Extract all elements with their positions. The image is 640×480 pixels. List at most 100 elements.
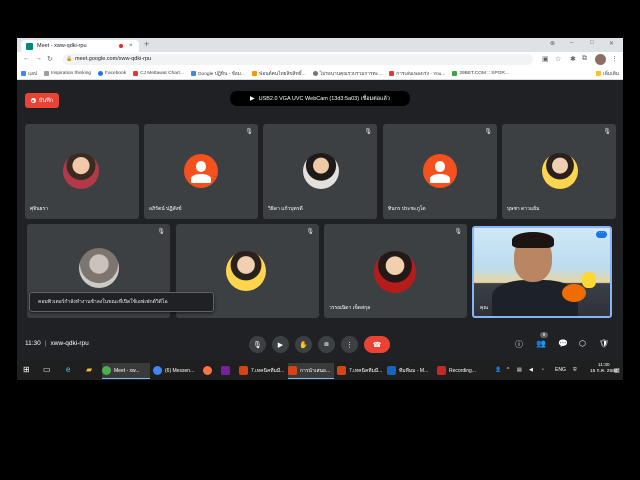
more-options-button[interactable]: ⋮ <box>341 336 358 353</box>
browser-tab[interactable]: Meet - xww-qdki-rpu × <box>21 40 139 52</box>
participant-name: อภิรัตน์ ปฏิสังข์ <box>149 206 182 212</box>
participant-count-badge: 9 <box>540 332 548 338</box>
video-camera-icon: ▶ <box>277 341 284 349</box>
meeting-details: 11:30 | xww-qdki-rpu <box>25 340 89 347</box>
bookmark-facebook[interactable]: Facebook <box>98 71 126 76</box>
taskbar-item-recording[interactable]: Recording... <box>437 363 483 378</box>
bookmark-item[interactable]: Inspiration thinking <box>44 71 91 76</box>
present-button[interactable]: ⧈ <box>318 336 335 353</box>
participant-photo <box>79 248 119 288</box>
self-view-tile[interactable]: ··· คุณ <box>472 226 612 318</box>
taskbar-item-meet[interactable]: Meet - xw... <box>102 363 150 379</box>
participant-tile[interactable]: ศุจินธรา <box>25 124 139 219</box>
apps-icon <box>21 71 26 76</box>
profile-avatar[interactable] <box>595 54 606 65</box>
new-tab-button[interactable]: + <box>144 39 149 49</box>
tab-search-icon[interactable]: ⊗ <box>550 40 555 47</box>
tray-wifi-icon[interactable]: ◔ <box>541 367 544 373</box>
bookmark-icon <box>452 71 458 76</box>
forward-icon[interactable]: → <box>35 55 42 62</box>
taskbar-item-powerpoint[interactable]: 7.เทคนิคทีมมี... <box>239 363 285 378</box>
mic-off-icon: 🎙 <box>484 129 492 135</box>
bookmark-item[interactable]: ไม่รอนานคุณรวบรวมการตะ... <box>312 70 382 78</box>
end-call-icon: ☎ <box>372 341 382 349</box>
tray-network-icon[interactable]: ▤ <box>517 367 522 373</box>
browser-menu-icon[interactable]: ⋮ <box>611 55 618 63</box>
activities-icon[interactable]: ⬡ <box>579 339 586 348</box>
participant-tile[interactable]: 🎙 ทินกร ประชะภูโด <box>383 124 497 219</box>
youtube-icon <box>389 71 395 76</box>
desktop-screen: Meet - xww-qdki-rpu × + ⊗ – □ ✕ ← → ↻ 🔒 … <box>17 38 623 380</box>
lock-icon: 🔒 <box>66 56 73 62</box>
taskbar-item-firefox[interactable] <box>203 363 217 378</box>
tab-close-button[interactable]: × <box>129 43 133 49</box>
record-icon <box>30 98 36 103</box>
url-text: meet.google.com/xww-qdki-rpu <box>75 56 152 62</box>
mic-off-icon: 🎙 <box>364 129 372 135</box>
close-window-button[interactable]: ✕ <box>609 40 614 47</box>
windows-start-icon[interactable]: ⊞ <box>23 365 30 374</box>
address-bar[interactable]: 🔒 meet.google.com/xww-qdki-rpu <box>63 54 533 65</box>
mic-off-icon: 🎙 <box>603 129 611 135</box>
participant-tile[interactable]: 🎙 วรรณนิดา เข็ดสกุล <box>324 224 467 318</box>
participant-tile[interactable]: 🎙 บุษชา ดาวแย้ม <box>502 124 616 219</box>
browser-toolbar: ← → ↻ 🔒 meet.google.com/xww-qdki-rpu ▣ ☆… <box>17 52 623 68</box>
minimize-button[interactable]: – <box>570 40 573 46</box>
taskbar-item-powerpoint[interactable]: 7.เทคนิคทีมมี... <box>337 363 383 378</box>
reload-icon[interactable]: ↻ <box>47 55 53 63</box>
globe-icon <box>312 71 318 76</box>
self-video-hair <box>512 232 554 248</box>
folder-icon <box>596 71 602 76</box>
notification-icon[interactable]: ▤ <box>614 367 620 374</box>
more-options-icon[interactable]: ··· <box>596 230 607 238</box>
maximize-button[interactable]: □ <box>590 40 594 46</box>
edge-icon[interactable]: e <box>66 365 70 374</box>
camera-permission-icon[interactable]: ▣ <box>542 55 549 63</box>
tray-people-icon[interactable]: 👤 <box>495 367 501 373</box>
tray-chevron-up-icon[interactable]: ^ <box>507 367 509 373</box>
bookmark-icon <box>251 71 257 76</box>
mic-off-icon: 🎙 <box>454 229 462 235</box>
meeting-info-icon[interactable]: ⓘ <box>515 339 523 350</box>
tray-volume-icon[interactable]: ◀ <box>529 367 533 373</box>
google-icon <box>190 71 196 76</box>
tray-security-icon[interactable]: ⛨ <box>573 367 577 373</box>
taskbar-item-presentation[interactable]: การนำเสนอ... <box>288 363 334 379</box>
extension-icon[interactable]: ✱ <box>570 55 576 63</box>
people-icon[interactable]: 👥 <box>536 339 546 348</box>
participant-photo <box>63 153 99 189</box>
back-icon[interactable]: ← <box>23 55 30 62</box>
microphone-button[interactable]: 🎙 <box>249 336 266 353</box>
bookmark-icon <box>44 71 50 76</box>
bookmark-star-icon[interactable]: ☆ <box>555 55 561 63</box>
bookmark-item[interactable]: CJ Mettawat Chart... <box>133 71 184 76</box>
file-explorer-icon[interactable]: ▰ <box>86 365 92 374</box>
camera-button[interactable]: ▶ <box>272 336 289 353</box>
bookmark-youtube[interactable]: การเล่นเพลงเร่ง - You... <box>389 70 445 78</box>
windows-taskbar: ⊞ ▭ e ▰ Meet - xw... (6) Messen... 7.เทค… <box>17 361 623 380</box>
bookmark-item[interactable]: ฟอนต์คนไทยลิขสิทธิ์... <box>251 70 306 78</box>
bookmark-apps[interactable]: แอป <box>21 70 37 78</box>
language-indicator[interactable]: ENG <box>555 367 566 373</box>
leave-call-button[interactable]: ☎ <box>364 336 390 353</box>
chat-icon[interactable]: 💬 <box>558 339 568 348</box>
raise-hand-button[interactable]: ✋ <box>295 336 312 353</box>
task-view-icon[interactable]: ▭ <box>43 365 51 374</box>
host-controls-icon[interactable]: 🛡 <box>599 339 609 348</box>
participant-tile[interactable]: 🎙 วิธิดา แก้วบุตรดี <box>263 124 377 219</box>
taskbar-item-premiere[interactable] <box>221 363 235 378</box>
recording-indicator-icon <box>119 44 123 48</box>
performance-warning-toast: คอมพิวเตอร์กำลังทำงานช้าลงในขณะที่เปิดใช… <box>29 292 214 312</box>
bookmark-more[interactable]: เพิ่มเติม <box>596 70 619 78</box>
meeting-code: xww-qdki-rpu <box>50 340 89 347</box>
taskbar-item-word[interactable]: ทีมทีมม - M... <box>387 363 433 378</box>
meet-favicon-icon <box>26 42 33 50</box>
participant-photo <box>303 153 339 189</box>
participant-tile[interactable]: 🎙 อภิรัตน์ ปฏิสังข์ <box>144 124 258 219</box>
extensions-puzzle-icon[interactable]: ⧉ <box>582 55 587 63</box>
chrome-icon <box>102 366 111 375</box>
bookmark-item[interactable]: 39BET.COM :: SPOR... <box>452 71 509 76</box>
bookmark-google-calendar[interactable]: Google ปฏิทิน - ข้อม... <box>190 70 245 78</box>
taskbar-item-messenger[interactable]: (6) Messen... <box>153 363 201 378</box>
participant-name: ทินกร ประชะภูโด <box>388 206 426 212</box>
